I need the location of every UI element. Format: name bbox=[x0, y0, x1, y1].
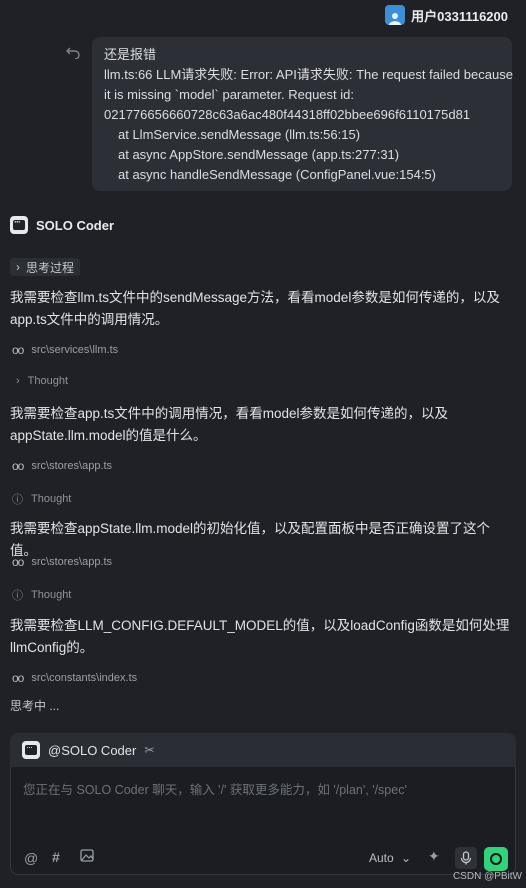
message-line: 021776656660728c63a6ac480f44318ff02bbee6… bbox=[104, 107, 471, 122]
agent-name: SOLO Coder bbox=[36, 217, 115, 233]
watermark: CSDN @PBitW bbox=[452, 871, 522, 882]
message-line: at async handleSendMessage (ConfigPanel.… bbox=[118, 167, 436, 182]
mention-label[interactable]: @SOLO Coder bbox=[48, 743, 136, 758]
file-path: src\stores\app.ts bbox=[31, 556, 113, 568]
file-reference[interactable]: oo src\services\llm.ts bbox=[12, 343, 118, 357]
info-icon: ⓘ bbox=[12, 494, 23, 506]
composer-body: 您正在与 SOLO Coder 聊天，输入 '/' 获取更多能力，如 '/pla… bbox=[10, 767, 516, 875]
message-line: it is missing `model` parameter. Request… bbox=[104, 87, 354, 102]
bot-icon bbox=[10, 216, 28, 234]
glasses-icon: oo bbox=[12, 671, 24, 685]
composer-header: @SOLO Coder ✂ bbox=[10, 733, 516, 767]
thought-toggle[interactable]: ⓘ Thought bbox=[12, 491, 71, 507]
model-select-value: Auto bbox=[369, 851, 394, 865]
chat-input[interactable]: 您正在与 SOLO Coder 聊天，输入 '/' 获取更多能力，如 '/pla… bbox=[23, 779, 407, 798]
file-reference[interactable]: oo src\stores\app.ts bbox=[12, 555, 112, 569]
thought-label: Thought bbox=[27, 375, 69, 387]
thinking-process-toggle[interactable]: › 思考过程 bbox=[10, 258, 81, 276]
chevron-down-icon: ⌄ bbox=[401, 851, 412, 865]
image-icon[interactable] bbox=[80, 849, 94, 865]
hash-icon[interactable]: # bbox=[52, 849, 60, 865]
glasses-icon: oo bbox=[12, 343, 24, 357]
mic-icon bbox=[460, 851, 472, 865]
agent-step-text: 我需要检查app.ts文件中的调用情况，看看model参数是如何传递的，以及ap… bbox=[10, 406, 449, 443]
glasses-icon: oo bbox=[12, 459, 24, 473]
thinking-status: 思考中 ... bbox=[10, 699, 60, 713]
user-avatar-icon bbox=[385, 5, 406, 25]
undo-icon[interactable] bbox=[66, 45, 80, 60]
thought-toggle[interactable]: › Thought bbox=[12, 375, 68, 387]
agent-step-text: 我需要检查llm.ts文件中的sendMessage方法，看看model参数是如… bbox=[10, 290, 500, 327]
file-reference[interactable]: oo src\constants\index.ts bbox=[12, 671, 137, 685]
username: 用户0331116200 bbox=[411, 8, 508, 24]
sparkle-icon[interactable]: ✦ bbox=[428, 848, 440, 865]
model-select[interactable]: Auto ⌄ bbox=[369, 851, 411, 865]
message-line: llm.ts:66 LLM请求失败: Error: API请求失败: The r… bbox=[104, 67, 513, 82]
agent-step-text: 我需要检查LLM_CONFIG.DEFAULT_MODEL的值，以及loadCo… bbox=[10, 618, 510, 655]
message-line: at async AppStore.sendMessage (app.ts:27… bbox=[118, 147, 400, 162]
at-icon[interactable]: @ bbox=[24, 850, 38, 866]
message-line: 还是报错 bbox=[104, 47, 157, 62]
agent-header: SOLO Coder bbox=[10, 216, 114, 234]
user-message-bubble: 还是报错 llm.ts:66 LLM请求失败: Error: API请求失败: … bbox=[92, 37, 513, 191]
glasses-icon: oo bbox=[12, 555, 24, 569]
chevron-right-icon: › bbox=[16, 375, 20, 387]
thought-toggle[interactable]: ⓘ Thought bbox=[12, 587, 71, 603]
message-line: at LlmService.sendMessage (llm.ts:56:15) bbox=[118, 127, 361, 142]
file-reference[interactable]: oo src\stores\app.ts bbox=[12, 459, 112, 473]
chevron-right-icon: › bbox=[16, 260, 20, 274]
file-path: src\stores\app.ts bbox=[31, 460, 113, 472]
tools-icon[interactable]: ✂ bbox=[144, 743, 154, 757]
send-button[interactable] bbox=[484, 847, 508, 871]
bot-icon bbox=[22, 741, 40, 759]
user-chip[interactable]: 用户0331116200 bbox=[385, 5, 508, 25]
info-icon: ⓘ bbox=[12, 590, 23, 602]
mic-button[interactable] bbox=[455, 847, 477, 869]
thought-label: Thought bbox=[31, 493, 72, 505]
file-path: src\constants\index.ts bbox=[31, 672, 138, 684]
thinking-process-label: 思考过程 bbox=[26, 260, 75, 275]
file-path: src\services\llm.ts bbox=[31, 344, 119, 356]
thought-label: Thought bbox=[31, 589, 72, 601]
